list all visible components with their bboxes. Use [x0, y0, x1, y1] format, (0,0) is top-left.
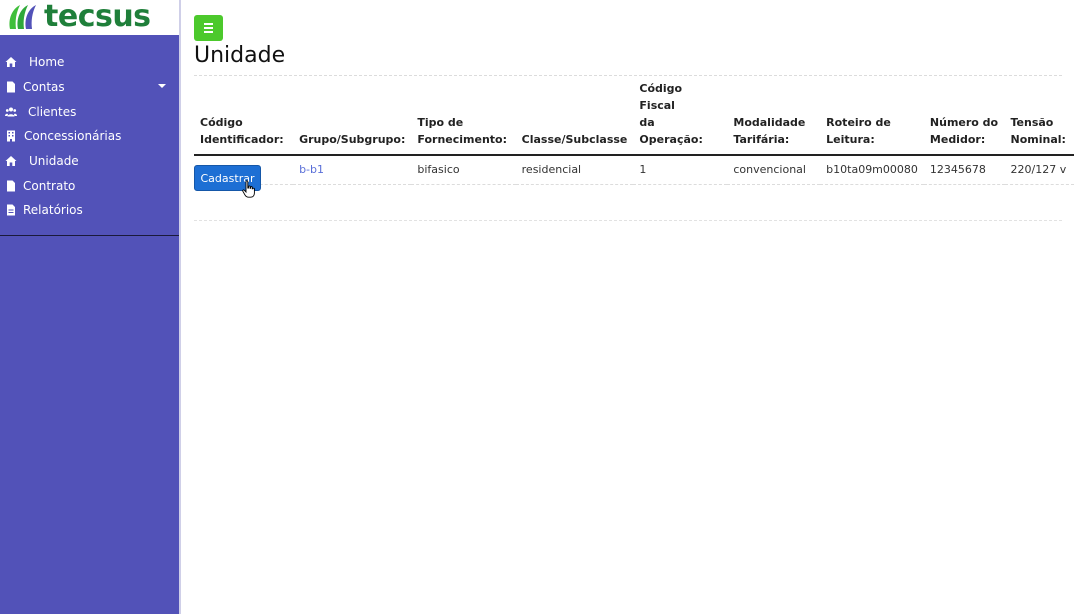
- cell-grupo-subgrupo: b-b1: [293, 155, 412, 185]
- column-header: Tipo de Fornecimento:: [411, 80, 516, 156]
- sidebar-item-clientes[interactable]: Clientes: [0, 99, 180, 124]
- sidebar-border: [179, 0, 181, 614]
- sidebar-item-label: Contas: [23, 80, 65, 95]
- table-header-row: Código Identificador: Grupo/Subgrupo: Tip…: [194, 80, 1074, 156]
- column-header: Código Fiscal da Operação:: [633, 80, 728, 156]
- column-header: Roteiro de Leitura:: [820, 80, 924, 156]
- home-icon: [4, 155, 18, 167]
- cell-roteiro-leitura: b10ta09m00080: [820, 155, 924, 185]
- building-icon: [4, 130, 18, 142]
- sidebar-divider: [0, 235, 180, 236]
- page-title: Unidade: [194, 43, 286, 68]
- sidebar-nav: Home Contas Clientes Concessionárias Uni…: [0, 50, 180, 223]
- chevron-down-icon[interactable]: [158, 83, 166, 88]
- units-table: Código Identificador: Grupo/Subgrupo: Tip…: [194, 80, 1074, 185]
- sidebar-item-contas[interactable]: Contas: [0, 75, 180, 100]
- sidebar-item-label: Home: [29, 55, 65, 70]
- hand-cursor-icon: [242, 180, 255, 198]
- brand-name: tecsus: [44, 0, 151, 34]
- logo[interactable]: tecsus: [0, 0, 180, 35]
- sidebar-item-label: Unidade: [29, 154, 79, 169]
- sidebar: tecsus Home Contas Clientes Concessionár…: [0, 0, 180, 614]
- cell-tensao-nominal: 220/127 v: [1004, 155, 1074, 185]
- sidebar-item-contrato[interactable]: Contrato: [0, 173, 180, 198]
- cell-numero-medidor: 12345678: [923, 155, 1005, 185]
- report-icon: [4, 204, 18, 216]
- column-header: Grupo/Subgrupo:: [293, 80, 412, 156]
- sidebar-item-label: Contrato: [23, 178, 76, 193]
- file-icon: [4, 180, 18, 192]
- sidebar-item-home[interactable]: Home: [0, 50, 180, 75]
- column-header: Classe/Subclasse: [515, 80, 634, 156]
- sidebar-item-label: Relatórios: [23, 203, 83, 218]
- table-row[interactable]: 8 b-b1 bifasico residencial 1 convencion…: [194, 155, 1074, 185]
- divider: [194, 220, 1062, 221]
- column-header: Número do Medidor:: [923, 80, 1005, 156]
- home-icon: [4, 56, 18, 68]
- column-header: Código Identificador:: [194, 80, 294, 156]
- grupo-subgrupo-link[interactable]: b-b1: [299, 163, 324, 176]
- cell-classe-subclasse: residencial: [515, 155, 634, 185]
- menu-toggle-button[interactable]: [194, 15, 223, 41]
- sidebar-item-relatorios[interactable]: Relatórios: [0, 198, 180, 223]
- cell-codigo-fiscal: 1: [633, 155, 728, 185]
- sidebar-item-concessionarias[interactable]: Concessionárias: [0, 124, 180, 149]
- file-icon: [4, 81, 18, 93]
- cell-tipo-fornecimento: bifasico: [411, 155, 516, 185]
- sidebar-item-label: Concessionárias: [24, 129, 122, 144]
- sidebar-item-label: Clientes: [28, 104, 77, 119]
- hamburger-icon: [204, 22, 213, 34]
- column-header: Tensão Nominal:: [1004, 80, 1074, 156]
- sidebar-item-unidade[interactable]: Unidade: [0, 149, 180, 174]
- divider: [194, 75, 1062, 76]
- leaf-logo-icon: [9, 5, 36, 29]
- column-header: Modalidade Tarifária:: [727, 80, 821, 156]
- users-icon: [4, 106, 18, 118]
- cell-modalidade-tarifaria: convencional: [727, 155, 821, 185]
